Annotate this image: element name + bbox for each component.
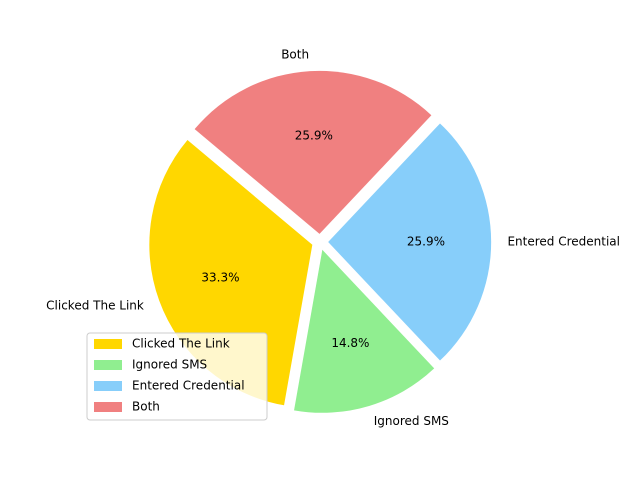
slice-percent-label: 25.9% — [407, 235, 445, 249]
slice-percent-label: 33.3% — [201, 271, 239, 285]
slice-category-label: Both — [281, 47, 309, 61]
slice-percent-label: 14.8% — [331, 336, 369, 350]
legend-swatch — [94, 402, 122, 412]
pie-chart: Clicked The Link 33.3% Ignored SMS 14.8% Ent… — [46, 47, 620, 428]
legend: Clicked The Link Ignored SMS Entered Crede… — [86, 332, 268, 421]
legend-swatch — [94, 360, 122, 370]
legend-entry-label: Clicked The Link — [132, 337, 230, 351]
legend-entry-label: Ignored SMS — [132, 358, 207, 372]
legend-swatch — [94, 381, 122, 391]
slice-category-label: Entered Credential — [507, 235, 620, 249]
slice-percent-label: 25.9% — [295, 129, 333, 143]
slice-category-label: Ignored SMS — [374, 414, 449, 428]
legend-entry-label: Both — [132, 400, 160, 414]
slice-category-label: Clicked The Link — [46, 299, 144, 313]
legend-entry-label: Entered Credential — [132, 379, 245, 393]
legend-swatch — [94, 339, 122, 349]
